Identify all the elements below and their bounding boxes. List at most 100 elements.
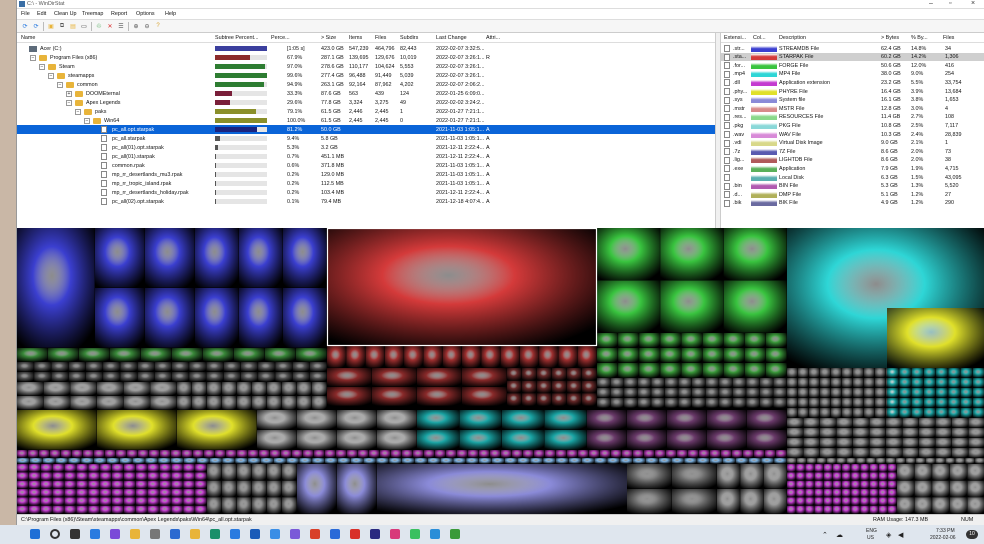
treemap-tile[interactable] xyxy=(805,480,815,489)
treemap-tile[interactable] xyxy=(537,380,552,393)
treemap-tile[interactable] xyxy=(692,378,706,388)
treemap-tile[interactable] xyxy=(860,497,870,506)
treemap-tile[interactable] xyxy=(831,368,842,378)
treemap-tile[interactable] xyxy=(258,362,275,372)
treemap-tile[interactable] xyxy=(853,398,864,408)
expand-toggle-icon[interactable]: − xyxy=(30,54,36,61)
treemap-tile[interactable] xyxy=(809,388,820,398)
treemap-tile[interactable] xyxy=(389,458,402,464)
treemap-tile[interactable] xyxy=(972,368,984,378)
treemap-tile[interactable] xyxy=(905,458,916,464)
treemap-tile[interactable] xyxy=(710,450,721,458)
treemap-tile[interactable] xyxy=(842,408,853,418)
treemap-tile[interactable] xyxy=(853,448,870,458)
treemap-tile[interactable] xyxy=(468,450,479,458)
treemap-tile[interactable] xyxy=(17,362,34,372)
treemap-tile[interactable] xyxy=(876,458,886,464)
treemap-tile[interactable] xyxy=(820,388,831,398)
treemap-tile[interactable] xyxy=(878,489,888,497)
treemap-tile[interactable] xyxy=(972,408,984,418)
edge-icon[interactable] xyxy=(270,529,280,539)
treemap-tile[interactable] xyxy=(705,388,719,398)
treemap-tile[interactable] xyxy=(568,458,582,464)
expand-toggle-icon[interactable]: − xyxy=(39,63,45,70)
treemap-tile[interactable] xyxy=(935,418,952,428)
extension-row[interactable]: .sta... STARPAK File 60.2 GB 14.2% 1,306 xyxy=(721,52,984,62)
extension-row[interactable]: .vdi Virtual Disk Image 9.0 GB 2.1% 1 xyxy=(721,139,984,148)
treemap-tile[interactable] xyxy=(248,450,259,458)
treemap-tile[interactable] xyxy=(581,458,595,464)
treemap-tile[interactable] xyxy=(100,497,112,506)
treemap-tile[interactable] xyxy=(28,480,41,489)
treemap-tile[interactable] xyxy=(887,308,984,368)
treemap-tile[interactable] xyxy=(522,393,537,406)
treemap-tile[interactable] xyxy=(51,362,69,372)
treemap-tile[interactable] xyxy=(325,450,336,458)
treemap-tile[interactable] xyxy=(761,458,774,464)
treemap-tile[interactable] xyxy=(710,458,723,464)
treemap-tile[interactable] xyxy=(702,333,724,348)
treemap-tile[interactable] xyxy=(312,458,325,464)
treemap-tile[interactable] xyxy=(51,372,69,382)
treemap-tile[interactable] xyxy=(823,489,833,497)
treemap-tile[interactable] xyxy=(899,378,912,388)
treemap-tile[interactable] xyxy=(312,396,327,410)
tree-row[interactable]: pc_all(01).starpak 0.7% 451.1 MB 2021-12-11… xyxy=(17,152,715,161)
acrobat-icon[interactable] xyxy=(350,529,360,539)
col-ext-files[interactable]: Files xyxy=(943,35,954,41)
treemap-tile[interactable] xyxy=(189,362,206,372)
treemap-tile[interactable] xyxy=(972,378,984,388)
zoom-out-icon[interactable]: ⊖ xyxy=(143,22,151,30)
treemap-tile[interactable] xyxy=(611,450,622,458)
treemap[interactable] xyxy=(17,228,984,514)
treemap-tile[interactable] xyxy=(466,458,479,464)
treemap-tile[interactable] xyxy=(120,362,138,372)
menu-options[interactable]: Options xyxy=(136,11,155,17)
treemap-tile[interactable] xyxy=(195,472,207,481)
treemap-tile[interactable] xyxy=(64,464,77,472)
treemap-tile[interactable] xyxy=(95,288,145,348)
word-icon[interactable] xyxy=(250,529,260,539)
treemap-tile[interactable] xyxy=(567,393,582,406)
treemap-tile[interactable] xyxy=(864,398,875,408)
treemap-tile[interactable] xyxy=(803,428,820,438)
treemap-tile[interactable] xyxy=(774,458,787,464)
treemap-tile[interactable] xyxy=(135,497,148,506)
treemap-tile[interactable] xyxy=(798,408,809,418)
treemap-tile[interactable] xyxy=(183,464,195,472)
treemap-tile[interactable] xyxy=(723,228,787,281)
treemap-tile[interactable] xyxy=(842,388,853,398)
extension-row[interactable]: Local Disk 6.3 GB 1.5% 43,095 xyxy=(721,173,984,182)
treemap-tile[interactable] xyxy=(28,464,41,472)
treemap-tile[interactable] xyxy=(763,489,787,514)
treemap-tile[interactable] xyxy=(70,382,97,396)
treemap-tile[interactable] xyxy=(567,380,582,393)
treemap-tile[interactable] xyxy=(52,497,65,506)
treemap-tile[interactable] xyxy=(787,480,796,489)
treemap-tile[interactable] xyxy=(64,497,77,506)
treemap-tile[interactable] xyxy=(820,408,831,418)
treemap-tile[interactable] xyxy=(723,363,745,378)
treemap-tile[interactable] xyxy=(346,346,366,368)
menu-clean-up[interactable]: Clean Up xyxy=(54,11,76,17)
treemap-tile[interactable] xyxy=(587,430,627,450)
treemap-tile[interactable] xyxy=(655,450,666,458)
treemap-tile[interactable] xyxy=(145,458,158,464)
treemap-tile[interactable] xyxy=(787,428,804,438)
treemap-tile[interactable] xyxy=(887,398,899,408)
tree-row[interactable]: − Apex Legends 29.6% 77.8 GB 3,324 3,275 49 202… xyxy=(17,98,715,107)
treemap-tile[interactable] xyxy=(40,472,53,481)
treemap-tile[interactable] xyxy=(949,497,967,514)
treemap-tile[interactable] xyxy=(135,472,148,481)
treemap-tile[interactable] xyxy=(223,362,241,372)
app-icon-green[interactable] xyxy=(410,529,420,539)
treemap-tile[interactable] xyxy=(85,362,103,372)
treemap-tile[interactable] xyxy=(787,368,798,378)
treemap-tile[interactable] xyxy=(171,450,182,458)
delete-icon[interactable]: ✕ xyxy=(106,22,114,30)
treemap-tile[interactable] xyxy=(624,378,638,388)
treemap-tile[interactable] xyxy=(105,450,116,458)
treemap-tile[interactable] xyxy=(52,472,65,481)
settings-icon[interactable] xyxy=(150,529,160,539)
treemap-tile[interactable] xyxy=(796,464,805,472)
